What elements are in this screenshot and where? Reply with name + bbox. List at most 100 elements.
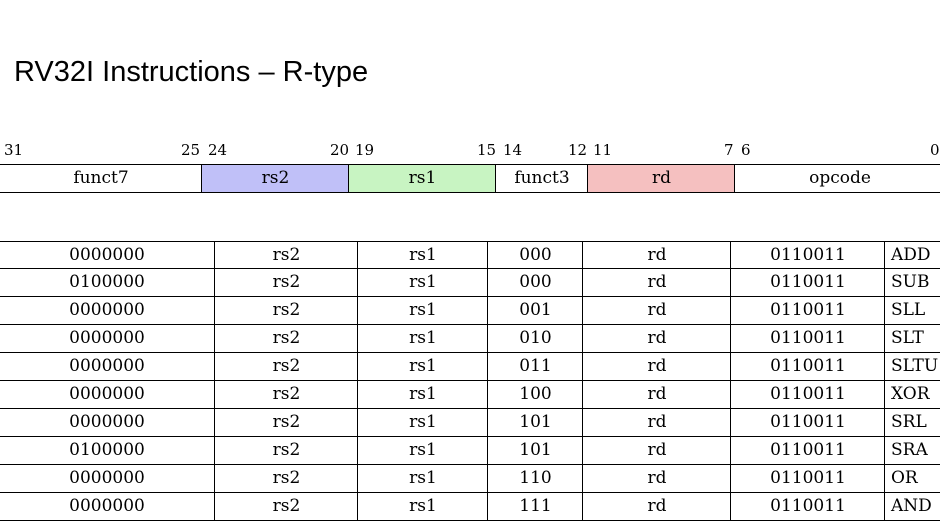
cell-funct3: 111 xyxy=(487,493,583,520)
cell-funct7: 0000000 xyxy=(69,496,145,516)
bit-label-11: 11 xyxy=(593,141,613,159)
bit-label-14: 14 xyxy=(503,141,523,159)
cell-rs1: rs1 xyxy=(357,493,488,520)
bit-label-0: 0 xyxy=(930,141,940,159)
cell-rs2: rs2 xyxy=(214,465,358,492)
cell-rs1: rs1 xyxy=(357,242,488,269)
cell-funct7: 0000000 xyxy=(69,300,145,320)
table-row: 0000000 rs2 rs1 110 rd 0110011 OR xyxy=(0,465,940,493)
cell-rs2: rs2 xyxy=(214,437,358,464)
cell-funct3: 110 xyxy=(487,465,583,492)
r-type-format-row: funct7 rs2 rs1 funct3 rd opcode xyxy=(0,164,940,193)
cell-rs2: rs2 xyxy=(214,409,358,436)
cell-rs1: rs1 xyxy=(357,381,488,408)
table-row: 0000000 rs2 rs1 100 rd 0110011 XOR xyxy=(0,381,940,409)
cell-rd: rd xyxy=(582,437,731,464)
cell-rs2: rs2 xyxy=(214,493,358,520)
cell-funct3: 000 xyxy=(487,269,583,296)
table-row: 0000000 rs2 rs1 010 rd 0110011 SLT xyxy=(0,325,940,353)
cell-opcode: 0110011 xyxy=(730,325,885,352)
page-title: RV32I Instructions – R-type xyxy=(14,56,369,88)
bit-label-25: 25 xyxy=(181,141,201,159)
bit-label-19: 19 xyxy=(355,141,375,159)
cell-instruction-name: OR xyxy=(884,465,940,492)
cell-funct7: 0000000 xyxy=(69,328,145,348)
bit-label-20: 20 xyxy=(330,141,350,159)
cell-funct3: 100 xyxy=(487,381,583,408)
table-row: 0100000 rs2 rs1 101 rd 0110011 SRA xyxy=(0,437,940,465)
bit-label-7: 7 xyxy=(724,141,734,159)
format-field-rd: rd xyxy=(587,165,735,192)
cell-rd: rd xyxy=(582,381,731,408)
cell-rs2: rs2 xyxy=(214,325,358,352)
table-row: 0000000 rs2 rs1 111 rd 0110011 AND xyxy=(0,493,940,521)
cell-rs2: rs2 xyxy=(214,381,358,408)
format-field-rs1: rs1 xyxy=(348,165,496,192)
cell-rs2: rs2 xyxy=(214,269,358,296)
cell-instruction-name: XOR xyxy=(884,381,940,408)
cell-funct3: 001 xyxy=(487,297,583,324)
cell-opcode: 0110011 xyxy=(730,437,885,464)
cell-funct7: 0000000 xyxy=(69,468,145,488)
cell-rs1: rs1 xyxy=(357,325,488,352)
cell-rd: rd xyxy=(582,409,731,436)
cell-rs2: rs2 xyxy=(214,297,358,324)
cell-funct3: 101 xyxy=(487,437,583,464)
cell-opcode: 0110011 xyxy=(730,242,885,269)
cell-funct3: 101 xyxy=(487,409,583,436)
cell-funct3: 010 xyxy=(487,325,583,352)
bit-label-31: 31 xyxy=(4,141,24,159)
cell-opcode: 0110011 xyxy=(730,381,885,408)
cell-rs1: rs1 xyxy=(357,437,488,464)
cell-rd: rd xyxy=(582,297,731,324)
format-field-funct3: funct3 xyxy=(495,165,588,192)
cell-opcode: 0110011 xyxy=(730,269,885,296)
cell-rs1: rs1 xyxy=(357,465,488,492)
cell-funct7: 0100000 xyxy=(69,440,145,460)
cell-funct3: 000 xyxy=(487,242,583,269)
cell-rs1: rs1 xyxy=(357,297,488,324)
cell-rs2: rs2 xyxy=(214,242,358,269)
cell-funct7: 0100000 xyxy=(69,272,145,292)
cell-funct7: 0000000 xyxy=(69,356,145,376)
cell-rs2: rs2 xyxy=(214,353,358,380)
cell-opcode: 0110011 xyxy=(730,493,885,520)
bit-label-15: 15 xyxy=(477,141,497,159)
cell-instruction-name: SLTU xyxy=(884,353,940,380)
cell-opcode: 0110011 xyxy=(730,297,885,324)
cell-rs1: rs1 xyxy=(357,269,488,296)
cell-rd: rd xyxy=(582,242,731,269)
cell-funct3: 011 xyxy=(487,353,583,380)
bit-label-6: 6 xyxy=(741,141,751,159)
bit-label-24: 24 xyxy=(208,141,228,159)
cell-funct7: 0000000 xyxy=(69,245,145,265)
format-field-opcode: opcode xyxy=(734,165,940,192)
cell-funct7: 0000000 xyxy=(69,412,145,432)
table-row: 0000000 rs2 rs1 001 rd 0110011 SLL xyxy=(0,297,940,325)
cell-instruction-name: AND xyxy=(884,493,940,520)
cell-rd: rd xyxy=(582,493,731,520)
format-field-rs2: rs2 xyxy=(201,165,349,192)
cell-opcode: 0110011 xyxy=(730,465,885,492)
cell-opcode: 0110011 xyxy=(730,353,885,380)
format-field-funct7: funct7 xyxy=(0,165,202,192)
cell-rs1: rs1 xyxy=(357,353,488,380)
cell-instruction-name: SRA xyxy=(884,437,940,464)
cell-instruction-name: SLT xyxy=(884,325,940,352)
cell-instruction-name: ADD xyxy=(884,242,940,269)
cell-rs1: rs1 xyxy=(357,409,488,436)
cell-rd: rd xyxy=(582,465,731,492)
table-row: 0000000 rs2 rs1 000 rd 0110011 ADD xyxy=(0,241,940,269)
bit-label-12: 12 xyxy=(568,141,588,159)
table-row: 0000000 rs2 rs1 101 rd 0110011 SRL xyxy=(0,409,940,437)
table-row: 0100000 rs2 rs1 000 rd 0110011 SUB xyxy=(0,269,940,297)
cell-rd: rd xyxy=(582,353,731,380)
cell-rd: rd xyxy=(582,325,731,352)
table-row: 0000000 rs2 rs1 011 rd 0110011 SLTU xyxy=(0,353,940,381)
cell-instruction-name: SRL xyxy=(884,409,940,436)
cell-rd: rd xyxy=(582,269,731,296)
cell-instruction-name: SUB xyxy=(884,269,940,296)
cell-opcode: 0110011 xyxy=(730,409,885,436)
cell-instruction-name: SLL xyxy=(884,297,940,324)
cell-funct7: 0000000 xyxy=(69,384,145,404)
